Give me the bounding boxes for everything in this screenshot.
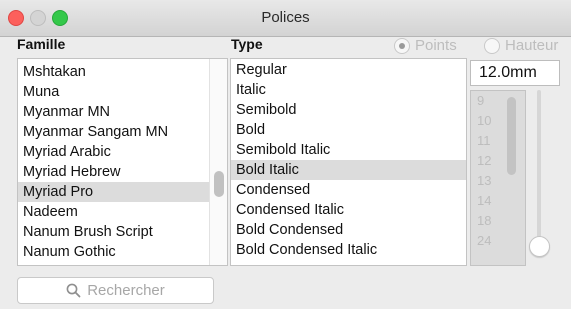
family-column-header: Famille [17, 36, 66, 52]
type-item[interactable]: Bold [231, 120, 466, 140]
size-option[interactable]: 11 [471, 131, 525, 151]
family-item[interactable]: Mshtakan [18, 62, 227, 82]
family-item[interactable]: Myriad Hebrew [18, 162, 227, 182]
family-item[interactable]: Nanum Gothic [18, 242, 227, 262]
type-item[interactable]: Condensed [231, 180, 466, 200]
height-radio-label: Hauteur [505, 37, 559, 54]
type-item[interactable]: Semibold Italic [231, 140, 466, 160]
family-item[interactable]: Myriad Arabic [18, 142, 227, 162]
type-list[interactable]: Regular Italic Semibold Bold Semibold It… [230, 58, 467, 266]
title-bar: Polices [0, 0, 571, 37]
type-column-header: Type [231, 36, 263, 52]
points-radio[interactable]: Points [394, 37, 457, 54]
search-icon [66, 283, 81, 298]
type-item-selected[interactable]: Bold Italic [231, 160, 466, 180]
height-radio-indicator [484, 37, 500, 54]
family-item[interactable]: Myanmar MN [18, 102, 227, 122]
size-option[interactable]: 9 [471, 91, 525, 111]
family-list[interactable]: Mshtakan Muna Myanmar MN Myanmar Sangam … [17, 58, 228, 266]
size-option[interactable]: 14 [471, 191, 525, 211]
size-scroll-thumb[interactable] [507, 97, 516, 175]
size-option[interactable]: 18 [471, 211, 525, 231]
family-item-selected[interactable]: Myriad Pro [18, 182, 227, 202]
points-radio-label: Points [415, 37, 457, 54]
size-input[interactable]: 12.0mm [470, 60, 560, 86]
height-radio[interactable]: Hauteur [484, 37, 558, 54]
type-item[interactable]: Bold Condensed Italic [231, 240, 466, 260]
family-item[interactable]: Nanum Brush Script [18, 222, 227, 242]
points-radio-indicator [394, 37, 410, 54]
window-title: Polices [261, 9, 310, 26]
size-option[interactable]: 10 [471, 111, 525, 131]
size-option[interactable]: 13 [471, 171, 525, 191]
size-option[interactable]: 12 [471, 151, 525, 171]
search-placeholder: Rechercher [87, 282, 165, 299]
family-item[interactable]: Nadeem [18, 202, 227, 222]
family-item[interactable]: Muna [18, 82, 227, 102]
search-field[interactable]: Rechercher [17, 277, 214, 304]
size-list[interactable]: 9 10 11 12 13 14 18 24 [470, 90, 526, 266]
family-scroll-thumb[interactable] [214, 171, 224, 197]
type-item[interactable]: Bold Condensed [231, 220, 466, 240]
size-option[interactable]: 24 [471, 231, 525, 251]
type-item[interactable]: Regular [231, 60, 466, 80]
fonts-window: Polices Famille Type Points Hauteur Msht… [0, 0, 571, 309]
family-scrollbar[interactable] [209, 59, 227, 265]
type-item[interactable]: Italic [231, 80, 466, 100]
type-item[interactable]: Condensed Italic [231, 200, 466, 220]
size-slider-track[interactable] [537, 90, 541, 250]
family-item[interactable]: Myanmar Sangam MN [18, 122, 227, 142]
type-item[interactable]: Semibold [231, 100, 466, 120]
size-slider-knob[interactable] [529, 236, 550, 257]
